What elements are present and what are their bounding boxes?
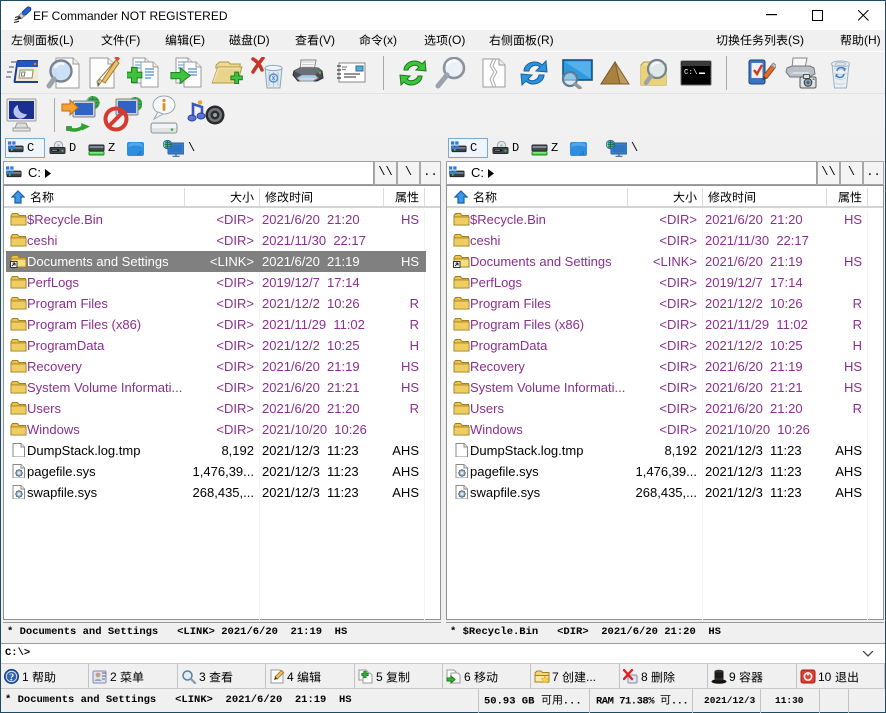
svg-text:?: ? xyxy=(9,672,14,683)
svg-text:C:\: C:\ xyxy=(684,69,698,77)
